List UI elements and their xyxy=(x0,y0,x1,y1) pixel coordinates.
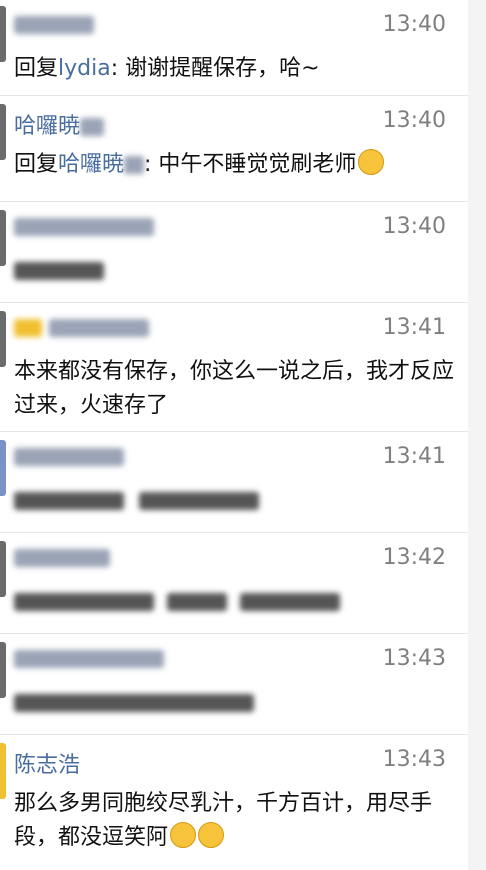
avatar[interactable] xyxy=(0,6,6,62)
sender-name[interactable] xyxy=(14,214,154,239)
sender-name[interactable] xyxy=(14,12,94,37)
message-item[interactable]: 哈囉暁 13:40 回复哈囉暁: 中午不睡觉觉刷老师 xyxy=(0,96,486,202)
message-feed: 13:40 回复lydia: 谢谢提醒保存，哈~ 哈囉暁 13:40 回复哈囉暁… xyxy=(0,0,486,870)
message-time: 13:43 xyxy=(382,747,446,772)
message-text xyxy=(14,254,462,288)
avatar[interactable] xyxy=(0,642,6,698)
message-time: 13:40 xyxy=(382,12,446,37)
message-time: 13:42 xyxy=(382,545,446,570)
tears-of-joy-emoji-icon xyxy=(198,822,225,848)
sender-name[interactable]: 哈囉暁 xyxy=(14,108,105,140)
sender-name[interactable]: 陈志浩 xyxy=(14,747,80,779)
sender-name[interactable] xyxy=(14,315,149,340)
avatar[interactable] xyxy=(0,210,6,266)
message-text: 本来都没有保存，你这么一说之后，我才反应过来，火速存了 xyxy=(14,359,455,418)
blurred-name xyxy=(14,650,164,668)
message-time: 13:40 xyxy=(382,214,446,239)
tears-of-joy-emoji-icon xyxy=(170,822,197,848)
avatar[interactable] xyxy=(0,743,6,799)
message-item[interactable]: 陈志浩 13:43 那么多男同胞绞尽乳汁，千方百计，用尽手段，都没逗笑阿 xyxy=(0,735,486,870)
message-item[interactable]: 13:42 xyxy=(0,533,486,634)
mention-link[interactable]: 哈囉暁 xyxy=(58,152,124,177)
message-text xyxy=(14,686,462,720)
blurred-name xyxy=(49,319,149,337)
message-item[interactable]: 13:40 回复lydia: 谢谢提醒保存，哈~ xyxy=(0,0,486,96)
message-item[interactable]: 13:40 xyxy=(0,202,486,303)
message-text: 那么多男同胞绞尽乳汁，千方百计，用尽手段，都没逗笑阿 xyxy=(14,791,433,850)
avatar[interactable] xyxy=(0,541,6,597)
sender-name[interactable] xyxy=(14,444,124,469)
avatar[interactable] xyxy=(0,311,6,367)
message-time: 13:43 xyxy=(382,646,446,671)
message-time: 13:41 xyxy=(382,315,446,340)
avatar[interactable] xyxy=(0,440,6,496)
blurred-name xyxy=(14,448,124,466)
blurred-name xyxy=(14,16,94,34)
blurred-name xyxy=(14,218,154,236)
mention-link[interactable]: lydia xyxy=(58,56,111,81)
blurred-name xyxy=(14,549,110,567)
blurred-name xyxy=(80,118,105,136)
sender-name[interactable] xyxy=(14,545,110,570)
avatar[interactable] xyxy=(0,104,6,160)
message-text xyxy=(14,585,462,619)
sender-name[interactable] xyxy=(14,646,164,671)
message-text xyxy=(14,484,462,518)
message-time: 13:41 xyxy=(382,444,446,469)
message-time: 13:40 xyxy=(382,108,446,133)
message-item[interactable]: 13:41 xyxy=(0,432,486,533)
message-item[interactable]: 13:41 本来都没有保存，你这么一说之后，我才反应过来，火速存了 xyxy=(0,303,486,432)
thinking-emoji-icon xyxy=(358,149,385,175)
message-item[interactable]: 13:43 xyxy=(0,634,486,735)
scrollbar[interactable] xyxy=(468,0,486,870)
message-text: 回复哈囉暁: 中午不睡觉觉刷老师 xyxy=(14,148,462,182)
message-text: 回复lydia: 谢谢提醒保存，哈~ xyxy=(14,56,320,81)
